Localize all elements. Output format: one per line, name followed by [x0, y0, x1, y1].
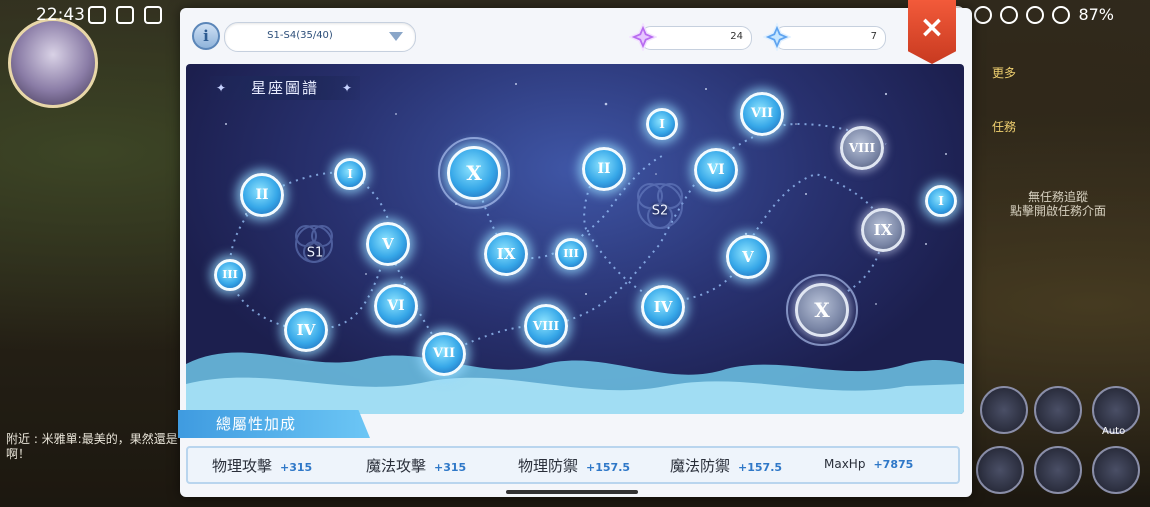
star-node-s2-8[interactable]: VIII	[840, 126, 884, 170]
star-map: ✦ 星座圖譜 ✦ S1 S2 I II III IV V VI VII VIII…	[186, 64, 964, 414]
currency-purple: 24	[629, 23, 752, 51]
star-node-s1-9[interactable]: IX	[484, 232, 528, 276]
close-button[interactable]: ×	[908, 0, 956, 64]
stat-physical-attack: 物理攻擊 +315	[212, 457, 313, 475]
skill-button-1[interactable]	[980, 386, 1028, 434]
gesture-handle[interactable]	[506, 490, 638, 494]
star-node-s1-5[interactable]: V	[366, 222, 410, 266]
chevron-down-icon	[389, 32, 403, 41]
stat-magic-attack: 魔法攻擊 +315	[366, 457, 467, 475]
wifi-icon	[1026, 5, 1045, 24]
skill-button-4[interactable]	[1034, 446, 1082, 494]
nfc-icon	[974, 5, 993, 24]
cluster-label-s1: S1	[306, 245, 324, 261]
instagram-icon	[144, 6, 162, 24]
blue-crystal-icon	[763, 23, 791, 51]
battery-level: 87%	[1078, 5, 1114, 24]
series-dropdown-value: S1-S4(35/40)	[267, 30, 333, 41]
close-icon: ×	[919, 10, 945, 45]
star-map-title: ✦ 星座圖譜 ✦	[210, 76, 360, 100]
auto-label: Auto	[1102, 426, 1126, 437]
auto-button[interactable]: Auto	[1092, 386, 1140, 437]
currency-blue: 7	[763, 23, 886, 51]
stat-max-hp: MaxHp +7875	[824, 457, 914, 471]
series-dropdown[interactable]: S1-S4(35/40)	[224, 22, 416, 52]
star-node-s3-1[interactable]: I	[925, 185, 957, 217]
star-node-s2-5[interactable]: V	[726, 235, 770, 279]
quest-hint-text: 無任務追蹤 點擊開啟任務介面	[1009, 190, 1106, 218]
star-node-s2-9[interactable]: IX	[861, 208, 905, 252]
star-node-s1-6[interactable]: VI	[374, 284, 418, 328]
star-node-s1-2[interactable]: II	[240, 173, 284, 217]
star-node-s2-6[interactable]: VI	[694, 148, 738, 192]
star-node-s1-8[interactable]: VIII	[524, 304, 568, 348]
star-node-s1-10[interactable]: X	[438, 137, 510, 209]
clock: 22:43	[36, 5, 85, 25]
notification-icons	[88, 6, 162, 24]
player-avatar[interactable]	[8, 18, 98, 108]
skill-button-5[interactable]	[1092, 446, 1140, 494]
no-sim-icon	[1052, 5, 1071, 24]
bonus-stats: 物理攻擊 +315 魔法攻擊 +315 物理防禦 +157.5 魔法防禦 +15…	[186, 446, 960, 484]
instagram-icon	[116, 6, 134, 24]
currency-purple-value: 24	[730, 31, 743, 42]
star-node-s2-3[interactable]: III	[555, 238, 587, 270]
chat-preview[interactable]: 附近 : 米雅單:最美的，果然還是 啊！	[6, 432, 181, 462]
sparkle-icon: ✦	[341, 81, 354, 95]
star-node-s1-1[interactable]: I	[334, 158, 366, 190]
star-node-s1-7[interactable]: VII	[422, 332, 466, 376]
constellation-modal: i S1-S4(35/40) 24 7 × ✦ 星座圖譜 ✦ S1 S2 I I…	[178, 0, 972, 497]
star-node-s2-7[interactable]: VII	[740, 92, 784, 136]
cluster-label-s2: S2	[651, 203, 669, 219]
star-node-s1-3[interactable]: III	[214, 259, 246, 291]
instagram-icon	[88, 6, 106, 24]
skill-button-2[interactable]	[1034, 386, 1082, 434]
currency-blue-value: 7	[870, 31, 877, 42]
skill-button-3[interactable]	[976, 446, 1024, 494]
sparkle-icon: ✦	[216, 81, 229, 95]
more-label[interactable]: 更多	[992, 64, 1016, 81]
stat-magic-defense: 魔法防禦 +157.5	[670, 457, 783, 475]
modal-header: i S1-S4(35/40) 24 7 ×	[180, 0, 972, 64]
quest-hint[interactable]: 無任務追蹤 點擊開啟任務介面	[998, 190, 1118, 218]
vibrate-icon	[1000, 5, 1019, 24]
purple-crystal-icon	[629, 23, 657, 51]
bonus-tab-label: 總屬性加成	[216, 415, 297, 433]
system-icons: 87%	[948, 5, 1114, 24]
stat-physical-defense: 物理防禦 +157.5	[518, 457, 631, 475]
star-node-s2-2[interactable]: II	[582, 147, 626, 191]
quest-label[interactable]: 任務	[992, 118, 1016, 135]
star-map-title-text: 星座圖譜	[250, 79, 319, 97]
bonus-tab: 總屬性加成	[178, 410, 370, 438]
star-node-s1-4[interactable]: IV	[284, 308, 328, 352]
starfield	[225, 83, 947, 305]
info-icon[interactable]: i	[192, 22, 220, 50]
star-node-s2-4[interactable]: IV	[641, 285, 685, 329]
star-node-s2-1[interactable]: I	[646, 108, 678, 140]
star-node-s2-10[interactable]: X	[786, 274, 858, 346]
